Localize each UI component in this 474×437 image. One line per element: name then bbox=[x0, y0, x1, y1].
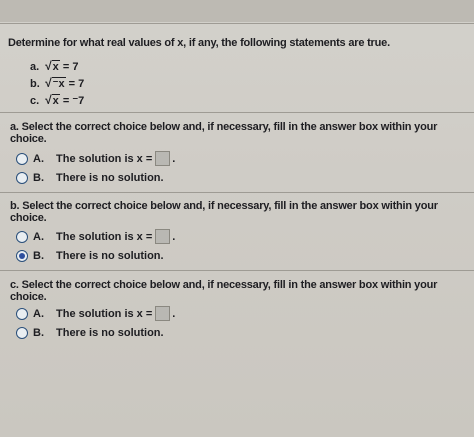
choice-letter: A. bbox=[33, 152, 44, 165]
radicand: ⁻x bbox=[51, 77, 66, 90]
choice-letter: A. bbox=[33, 307, 44, 320]
radicand: x bbox=[51, 60, 60, 73]
radicand: x bbox=[51, 94, 60, 107]
statement-rhs: = 7 bbox=[59, 61, 79, 73]
statement-label: a. bbox=[30, 61, 40, 73]
radio-button[interactable] bbox=[16, 307, 28, 320]
divider bbox=[0, 112, 474, 113]
radio-button[interactable] bbox=[16, 327, 28, 339]
part-a-heading: a. Select the correct choice below and, … bbox=[10, 121, 438, 145]
choice-letter: B. bbox=[33, 172, 44, 184]
sqrt-symbol: √ bbox=[45, 76, 52, 90]
choice-text: The solution is x = bbox=[56, 230, 153, 243]
statement-a: a. √x = 7 bbox=[30, 59, 78, 73]
radio-button[interactable] bbox=[16, 152, 28, 165]
sqrt-symbol: √ bbox=[45, 93, 52, 107]
choice-text: The solution is x = bbox=[56, 152, 153, 165]
choice-text: The solution is x = bbox=[56, 307, 153, 320]
divider bbox=[0, 23, 474, 24]
answer-box[interactable] bbox=[155, 151, 171, 166]
choice-text: There is no solution. bbox=[56, 327, 164, 339]
answer-box[interactable] bbox=[155, 229, 171, 244]
statement-rhs: = 7 bbox=[65, 78, 85, 90]
answer-suffix: . bbox=[172, 152, 176, 165]
part-c-choice-a[interactable]: A. The solution is x = . bbox=[16, 306, 175, 321]
statement-b: b. √⁻x = 7 bbox=[30, 76, 84, 90]
top-bar bbox=[0, 0, 474, 22]
answer-box[interactable] bbox=[155, 306, 171, 321]
part-a-choice-a[interactable]: A. The solution is x = . bbox=[16, 151, 175, 166]
choice-letter: B. bbox=[33, 250, 44, 262]
part-c-choice-b[interactable]: B. There is no solution. bbox=[16, 327, 164, 339]
part-b-choice-b[interactable]: B. There is no solution. bbox=[16, 250, 164, 262]
question-text: Determine for what real values of x, if … bbox=[8, 37, 390, 49]
answer-suffix: . bbox=[172, 230, 176, 243]
statement-rhs: = ⁻7 bbox=[59, 95, 85, 107]
statement-label: c. bbox=[30, 95, 40, 107]
part-b-heading: b. Select the correct choice below and, … bbox=[10, 200, 438, 224]
divider bbox=[0, 270, 474, 271]
choice-text: There is no solution. bbox=[56, 172, 164, 184]
sqrt-symbol: √ bbox=[45, 59, 52, 73]
statement-label: b. bbox=[30, 78, 40, 90]
choice-letter: B. bbox=[33, 327, 44, 339]
radio-button-selected[interactable] bbox=[16, 250, 28, 262]
choice-text: There is no solution. bbox=[56, 250, 164, 262]
choice-letter: A. bbox=[33, 230, 44, 243]
page: Determine for what real values of x, if … bbox=[0, 0, 474, 437]
answer-suffix: . bbox=[172, 307, 176, 320]
radio-button[interactable] bbox=[16, 172, 28, 184]
statement-c: c. √x = ⁻7 bbox=[30, 93, 84, 107]
part-c-heading: c. Select the correct choice below and, … bbox=[10, 279, 438, 303]
part-a-choice-b[interactable]: B. There is no solution. bbox=[16, 172, 164, 184]
divider bbox=[0, 192, 474, 193]
radio-button[interactable] bbox=[16, 230, 28, 243]
part-b-choice-a[interactable]: A. The solution is x = . bbox=[16, 229, 175, 244]
